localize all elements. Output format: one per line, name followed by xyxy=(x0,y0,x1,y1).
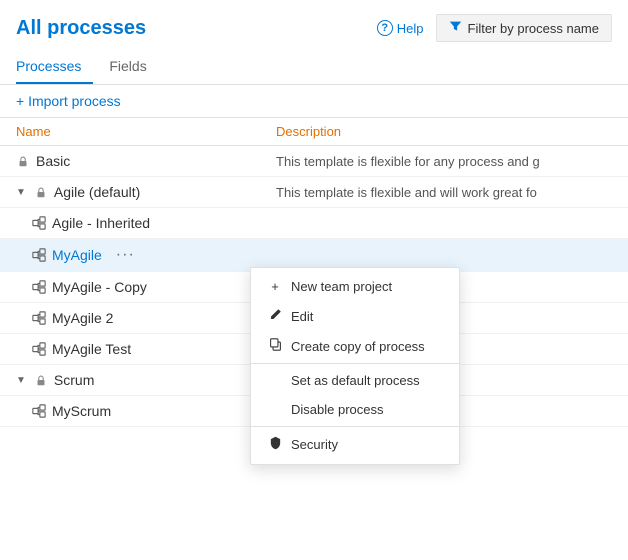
copy-icon xyxy=(267,338,283,354)
col-name: Name xyxy=(16,124,276,139)
menu-item-create-copy[interactable]: Create copy of process xyxy=(251,331,459,361)
context-menu: + New team project Edit Create copy of p… xyxy=(250,267,460,465)
table-row: Agile - Inherited xyxy=(0,208,628,239)
help-icon: ? xyxy=(377,20,393,36)
table-row: ▼ Agile (default) This template is flexi… xyxy=(0,177,628,208)
menu-item-set-default[interactable]: Set as default process xyxy=(251,366,459,395)
row-name-agile: ▼ Agile (default) xyxy=(16,184,276,200)
table-row: Basic This template is flexible for any … xyxy=(0,146,628,177)
menu-item-edit[interactable]: Edit xyxy=(251,301,459,331)
filter-button[interactable]: Filter by process name xyxy=(436,14,613,42)
page-header: All processes ? Help Filter by process n… xyxy=(0,0,628,146)
row-name-agile-inherited: Agile - Inherited xyxy=(32,215,292,231)
row-name-basic: Basic xyxy=(16,153,276,169)
shield-icon xyxy=(267,436,283,453)
plus-icon: + xyxy=(267,279,283,294)
col-description: Description xyxy=(276,124,612,139)
import-process-button[interactable]: + Import process xyxy=(16,93,121,109)
more-button[interactable]: ··· xyxy=(116,246,135,264)
process-list: Basic This template is flexible for any … xyxy=(0,146,628,427)
tab-processes[interactable]: Processes xyxy=(16,50,93,84)
menu-item-security[interactable]: Security xyxy=(251,429,459,460)
table-header: Name Description xyxy=(0,118,628,146)
page-title: All processes xyxy=(16,17,146,40)
chevron-icon: ▼ xyxy=(16,375,26,386)
help-link[interactable]: ? Help xyxy=(377,20,424,36)
import-bar: + Import process xyxy=(0,85,628,118)
chevron-icon: ▼ xyxy=(16,187,26,198)
row-name-scrum: ▼ Scrum xyxy=(16,372,276,388)
table-row: MyAgile ··· + New team project Edit Crea… xyxy=(0,239,628,272)
row-name-myagile: MyAgile ··· xyxy=(32,246,292,264)
tab-bar: Processes Fields xyxy=(0,50,628,85)
edit-icon xyxy=(267,308,283,324)
menu-item-disable[interactable]: Disable process xyxy=(251,395,459,424)
menu-item-new-team-project[interactable]: + New team project xyxy=(251,272,459,301)
tab-fields[interactable]: Fields xyxy=(109,50,158,84)
header-actions: ? Help Filter by process name xyxy=(377,14,612,42)
filter-icon xyxy=(449,20,462,36)
